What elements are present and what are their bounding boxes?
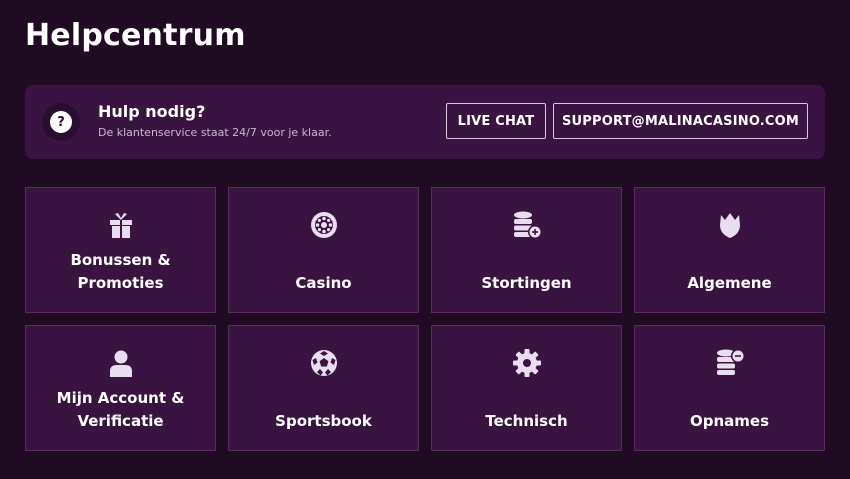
support-email-button[interactable]: SUPPORT@MALINACASINO.COM — [553, 103, 808, 139]
roulette-icon — [307, 208, 341, 242]
category-card-algemene[interactable]: Algemene — [634, 187, 825, 313]
category-card-sportsbook[interactable]: Sportsbook — [228, 325, 419, 451]
help-icon-wrapper: ? — [42, 103, 80, 141]
category-card-technisch[interactable]: Technisch — [431, 325, 622, 451]
category-label: Algemene — [687, 274, 772, 292]
category-label: Casino — [295, 274, 352, 292]
category-label: Technisch — [485, 412, 568, 430]
category-card-account[interactable]: Mijn Account & Verificatie — [25, 325, 216, 451]
help-banner: ? Hulp nodig? De klantenservice staat 24… — [25, 85, 825, 159]
crown-icon — [713, 208, 747, 242]
coins-minus-icon — [713, 346, 747, 380]
category-label: Stortingen — [481, 274, 572, 292]
question-icon: ? — [50, 111, 72, 133]
live-chat-button[interactable]: LIVE CHAT — [446, 103, 546, 139]
category-label: Sportsbook — [275, 412, 372, 430]
help-subtitle: De klantenservice staat 24/7 voor je kla… — [98, 126, 332, 139]
soccer-ball-icon — [307, 346, 341, 380]
help-title: Hulp nodig? — [98, 102, 206, 121]
category-card-bonussen[interactable]: Bonussen & Promoties — [25, 187, 216, 313]
user-icon — [104, 346, 138, 380]
category-label: Mijn Account & Verificatie — [56, 389, 185, 430]
category-label: Bonussen & Promoties — [70, 251, 171, 292]
category-label: Opnames — [689, 412, 770, 430]
coins-plus-icon — [510, 208, 544, 242]
help-center-page: Helpcentrum ? Hulp nodig? De klantenserv… — [0, 0, 850, 479]
category-grid: Bonussen & Promoties Casino Stortingen A… — [25, 187, 825, 451]
category-card-casino[interactable]: Casino — [228, 187, 419, 313]
gift-icon — [104, 208, 138, 242]
page-title: Helpcentrum — [25, 18, 246, 53]
gear-icon — [510, 346, 544, 380]
category-card-opnames[interactable]: Opnames — [634, 325, 825, 451]
category-card-stortingen[interactable]: Stortingen — [431, 187, 622, 313]
